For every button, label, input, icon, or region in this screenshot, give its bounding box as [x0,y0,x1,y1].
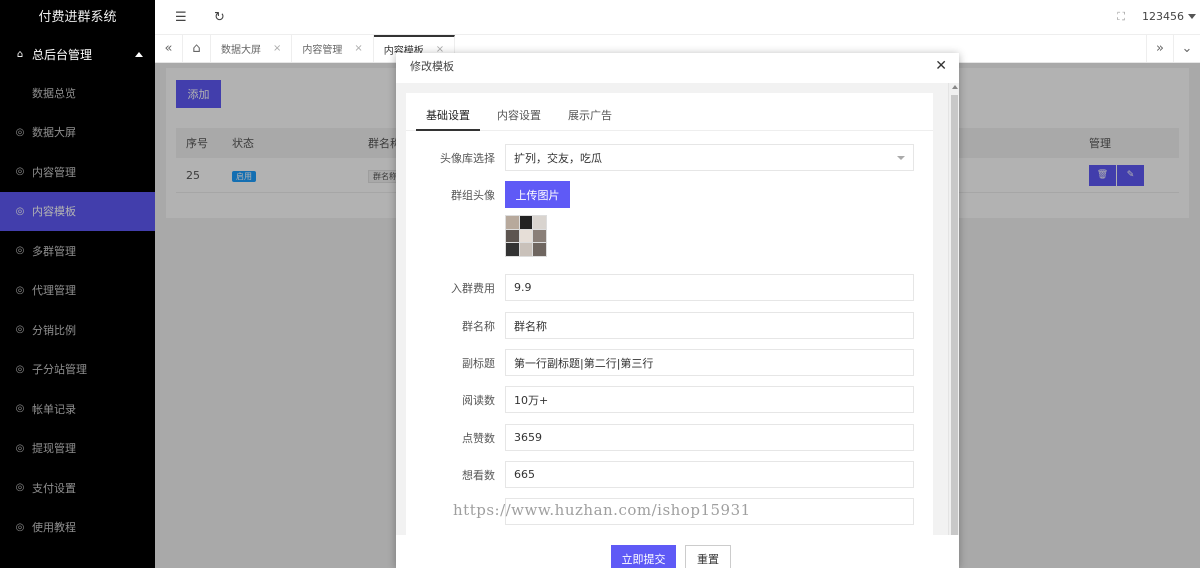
refresh-icon[interactable]: ↻ [214,10,225,25]
wants-label: 想看数 [462,468,495,482]
group-avatar-label: 群组头像 [451,188,495,202]
upload-image-button[interactable]: 上传图片 [505,181,570,208]
avatar-lib-label: 头像库选择 [440,151,495,165]
wants-row: 想看数 665 [406,461,933,488]
close-icon[interactable]: × [354,43,362,54]
app-logo-title: 付费进群系统 [38,10,117,25]
avatar-lib-row: 头像库选择 扩列，交友，吃瓜 [406,144,933,171]
name-input[interactable]: 群名称 [505,312,914,339]
tab-content[interactable]: 内容管理 × [292,35,374,62]
form-tabs: 基础设置 内容设置 展示广告 [416,107,629,131]
modal-body: 基础设置 内容设置 展示广告 头像库选择 扩列，交友，吃瓜 群组头像 上传图片 [396,83,959,535]
tab-content-settings[interactable]: 内容设置 [487,107,551,131]
subtitle-label: 副标题 [462,356,495,370]
close-icon[interactable]: ✕ [935,58,947,74]
name-label: 群名称 [462,319,495,333]
fee-label: 入群费用 [451,281,495,295]
subtitle-row: 副标题 第一行副标题|第二行|第三行 [406,349,933,376]
top-header: ☰ ↻ ⛶ 123456 [155,0,1200,35]
scroll-up-icon[interactable] [952,85,958,89]
name-row: 群名称 群名称 [406,312,933,339]
caret-up-icon [135,51,143,57]
fee-input[interactable]: 9.9 [505,274,914,301]
sidebar-group-label: 总后台管理 [32,47,93,62]
modal-title: 修改模板 [410,60,454,73]
modal-scrollbar[interactable] [948,83,959,535]
template-form: 基础设置 内容设置 展示广告 头像库选择 扩列，交友，吃瓜 群组头像 上传图片 [406,93,933,535]
fee-row: 入群费用 9.9 [406,274,933,301]
tabs-right-controls: » ⌄ [1146,35,1200,62]
modal-footer: 立即提交 重置 [396,535,959,568]
likes-label: 点赞数 [462,431,495,445]
avatar-lib-value: 扩列，交友，吃瓜 [514,151,602,165]
edit-template-modal: 修改模板 ✕ 基础设置 内容设置 展示广告 头像库选择 扩列，交友，吃瓜 群组头… [396,53,959,568]
submit-button[interactable]: 立即提交 [611,545,676,568]
fullscreen-icon[interactable]: ⛶ [1117,10,1125,24]
avatar-lib-select[interactable]: 扩列，交友，吃瓜 [505,144,914,171]
tab-basic-settings[interactable]: 基础设置 [416,107,480,131]
likes-input[interactable]: 3659 [505,424,914,451]
watermark-text: https://www.huzhan.com/ishop15931 [453,501,751,519]
subtitle-input[interactable]: 第一行副标题|第二行|第三行 [505,349,914,376]
scroll-right-icon[interactable]: » [1146,35,1173,62]
home-tab-icon[interactable]: ⌂ [183,35,211,62]
reads-label: 阅读数 [462,393,495,407]
home-icon: ⌂ [16,48,24,60]
wants-input[interactable]: 665 [505,461,914,488]
chevron-down-icon [897,156,905,160]
tab-label: 数据大屏 [221,45,261,56]
username: 123456 [1142,10,1184,23]
avatar-thumbnail [505,215,547,257]
tab-ads[interactable]: 展示广告 [558,107,622,131]
tab-label: 内容管理 [302,45,343,56]
close-icon[interactable]: × [273,43,281,54]
reads-input[interactable]: 10万+ [505,386,914,413]
user-menu[interactable]: 123456 [1142,10,1196,23]
group-avatar-row: 群组头像 上传图片 [406,181,933,208]
scroll-thumb[interactable] [951,95,958,535]
menu-toggle-icon[interactable]: ☰ [175,10,187,25]
reset-button[interactable]: 重置 [685,545,731,568]
scroll-left-icon[interactable]: « [155,35,183,62]
likes-row: 点赞数 3659 [406,424,933,451]
tab-big-screen[interactable]: 数据大屏 × [211,35,293,62]
chevron-down-icon [1188,14,1196,19]
reads-row: 阅读数 10万+ [406,386,933,413]
chevron-down-icon[interactable]: ⌄ [1173,35,1200,62]
